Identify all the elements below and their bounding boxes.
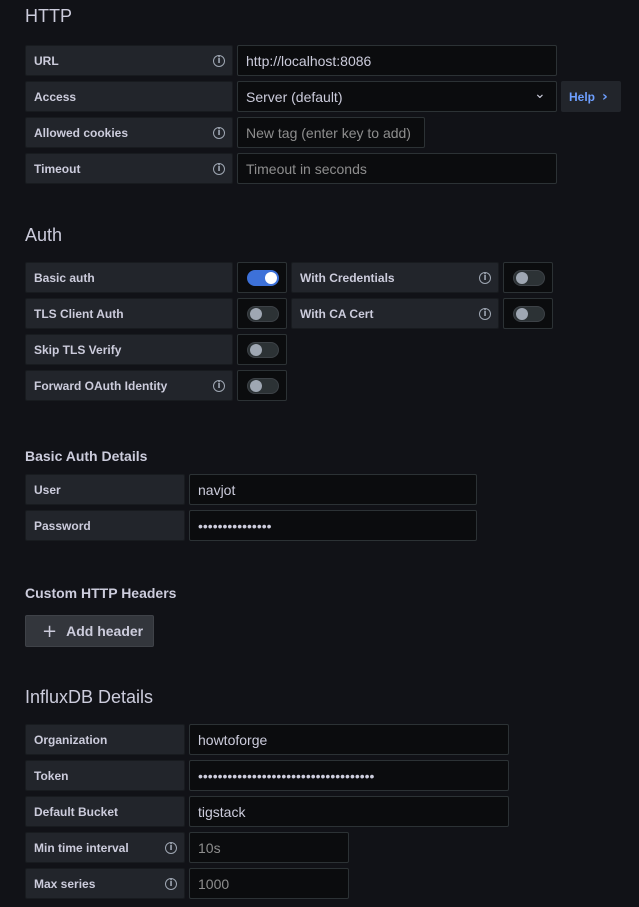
access-select-value: Server (default) bbox=[246, 88, 343, 105]
info-icon[interactable]: i bbox=[479, 272, 491, 284]
allowed-cookies-input[interactable]: New tag (enter key to add) bbox=[237, 117, 425, 148]
add-header-button[interactable]: + Add header bbox=[25, 615, 154, 647]
info-icon[interactable]: i bbox=[213, 163, 225, 175]
token-input[interactable]: •••••••••••••••••••••••••••••••••••• bbox=[189, 760, 509, 791]
forward-oauth-label: Forward OAuth Identity i bbox=[25, 370, 233, 401]
basic-auth-toggle[interactable] bbox=[247, 270, 279, 286]
forward-oauth-toggle[interactable] bbox=[247, 378, 279, 394]
organization-input[interactable]: howtoforge bbox=[189, 724, 509, 755]
user-input[interactable]: navjot bbox=[189, 474, 477, 505]
access-label-text: Access bbox=[34, 89, 77, 104]
url-label-text: URL bbox=[34, 53, 59, 68]
info-icon[interactable]: i bbox=[213, 55, 225, 67]
custom-headers-title: Custom HTTP Headers bbox=[25, 585, 177, 601]
tls-client-auth-toggle[interactable] bbox=[247, 306, 279, 322]
help-label: Help bbox=[569, 89, 596, 104]
password-input-value: ••••••••••••••• bbox=[198, 517, 272, 534]
min-time-interval-input[interactable]: 10s bbox=[189, 832, 349, 863]
url-label: URL i bbox=[25, 45, 233, 76]
allowed-cookies-label-text: Allowed cookies bbox=[34, 125, 129, 140]
max-series-placeholder: 1000 bbox=[198, 875, 230, 892]
tls-client-auth-switch-box bbox=[237, 298, 287, 329]
basic-auth-label: Basic auth bbox=[25, 262, 233, 293]
plus-icon: + bbox=[42, 620, 58, 642]
influxdb-section-title: InfluxDB Details bbox=[25, 687, 154, 707]
token-label: Token bbox=[25, 760, 185, 791]
with-credentials-label: With Credentials i bbox=[291, 262, 499, 293]
timeout-placeholder: Timeout in seconds bbox=[246, 160, 367, 177]
token-input-value: •••••••••••••••••••••••••••••••••••• bbox=[198, 767, 375, 784]
tls-client-auth-label: TLS Client Auth bbox=[25, 298, 233, 329]
access-select[interactable]: Server (default) ⌄ bbox=[237, 81, 557, 112]
info-icon[interactable]: i bbox=[213, 380, 225, 392]
tls-client-auth-label-text: TLS Client Auth bbox=[34, 306, 124, 321]
info-icon[interactable]: i bbox=[213, 127, 225, 139]
allowed-cookies-placeholder: New tag (enter key to add) bbox=[246, 124, 411, 141]
with-credentials-toggle[interactable] bbox=[513, 270, 545, 286]
organization-input-value: howtoforge bbox=[198, 731, 268, 748]
skip-tls-verify-switch-box bbox=[237, 334, 287, 365]
chevron-right-icon: › bbox=[602, 88, 608, 105]
default-bucket-input[interactable]: tigstack bbox=[189, 796, 509, 827]
with-ca-cert-label-text: With CA Cert bbox=[300, 306, 374, 321]
info-icon[interactable]: i bbox=[165, 878, 177, 890]
chevron-down-icon: ⌄ bbox=[534, 86, 546, 102]
organization-label: Organization bbox=[25, 724, 185, 755]
user-label-text: User bbox=[34, 482, 61, 497]
basic-auth-details-title: Basic Auth Details bbox=[25, 448, 148, 464]
skip-tls-verify-label: Skip TLS Verify bbox=[25, 334, 233, 365]
min-time-interval-label-text: Min time interval bbox=[34, 840, 129, 855]
info-icon[interactable]: i bbox=[479, 308, 491, 320]
with-ca-cert-toggle[interactable] bbox=[513, 306, 545, 322]
add-header-label: Add header bbox=[66, 623, 144, 639]
with-credentials-label-text: With Credentials bbox=[300, 270, 395, 285]
password-input[interactable]: ••••••••••••••• bbox=[189, 510, 477, 541]
password-label: Password bbox=[25, 510, 185, 541]
auth-section-title: Auth bbox=[25, 225, 63, 245]
default-bucket-label-text: Default Bucket bbox=[34, 804, 119, 819]
with-ca-cert-switch-box bbox=[503, 298, 553, 329]
user-input-value: navjot bbox=[198, 481, 236, 498]
access-label: Access bbox=[25, 81, 233, 112]
default-bucket-input-value: tigstack bbox=[198, 803, 246, 820]
with-ca-cert-label: With CA Cert i bbox=[291, 298, 499, 329]
max-series-input[interactable]: 1000 bbox=[189, 868, 349, 899]
skip-tls-verify-toggle[interactable] bbox=[247, 342, 279, 358]
password-label-text: Password bbox=[34, 518, 91, 533]
min-time-interval-label: Min time interval i bbox=[25, 832, 185, 863]
organization-label-text: Organization bbox=[34, 732, 108, 747]
http-section-title: HTTP bbox=[25, 6, 72, 26]
token-label-text: Token bbox=[34, 768, 69, 783]
help-button[interactable]: Help › bbox=[561, 81, 621, 112]
forward-oauth-switch-box bbox=[237, 370, 287, 401]
basic-auth-switch-box bbox=[237, 262, 287, 293]
timeout-input[interactable]: Timeout in seconds bbox=[237, 153, 557, 184]
info-icon[interactable]: i bbox=[165, 842, 177, 854]
min-time-interval-placeholder: 10s bbox=[198, 839, 221, 856]
with-credentials-switch-box bbox=[503, 262, 553, 293]
forward-oauth-label-text: Forward OAuth Identity bbox=[34, 378, 168, 393]
user-label: User bbox=[25, 474, 185, 505]
timeout-label-text: Timeout bbox=[34, 161, 81, 176]
timeout-label: Timeout i bbox=[25, 153, 233, 184]
url-input[interactable]: http://localhost:8086 bbox=[237, 45, 557, 76]
max-series-label: Max series i bbox=[25, 868, 185, 899]
basic-auth-label-text: Basic auth bbox=[34, 270, 95, 285]
max-series-label-text: Max series bbox=[34, 876, 96, 891]
url-input-value: http://localhost:8086 bbox=[246, 52, 372, 69]
allowed-cookies-label: Allowed cookies i bbox=[25, 117, 233, 148]
default-bucket-label: Default Bucket bbox=[25, 796, 185, 827]
skip-tls-verify-label-text: Skip TLS Verify bbox=[34, 342, 122, 357]
